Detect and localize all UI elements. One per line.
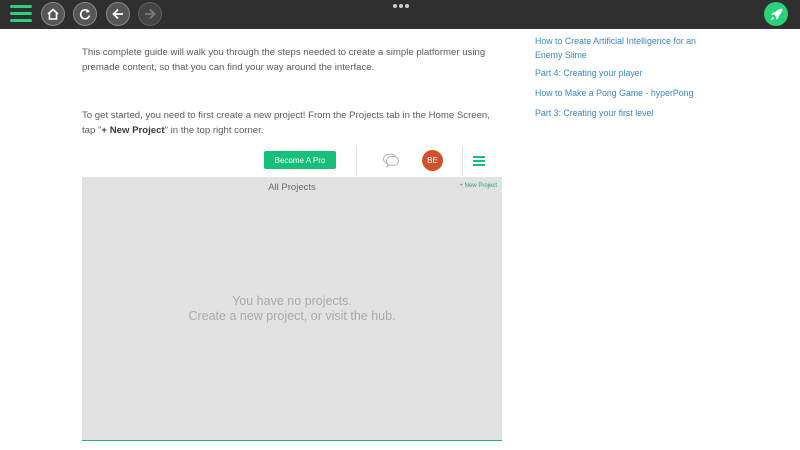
chat-icon — [383, 153, 399, 168]
rocket-icon[interactable] — [764, 2, 788, 26]
sidebar-link-first-level[interactable]: Part 3: Creating your first level — [535, 106, 725, 120]
sidebar-link-creating-player[interactable]: Part 4: Creating your player — [535, 66, 725, 80]
sidebar-link-ai-slime[interactable]: How to Create Artificial Intelligence fo… — [535, 34, 725, 62]
empty-line-1: You have no projects. — [232, 294, 352, 308]
refresh-icon[interactable] — [73, 2, 97, 26]
all-projects-panel: All Projects + New Project You have no p… — [82, 177, 502, 441]
hamburger-icon — [473, 156, 485, 166]
empty-line-2: Create a new project, or visit the hub. — [188, 309, 396, 323]
top-toolbar — [0, 0, 800, 29]
home-icon[interactable] — [41, 2, 65, 26]
avatar: BE — [422, 150, 443, 171]
hamburger-icon[interactable] — [10, 5, 32, 23]
back-arrow-icon[interactable] — [106, 2, 130, 26]
sidebar-link-pong-game[interactable]: How to Make a Pong Game - hyperPong — [535, 86, 725, 100]
getting-started-paragraph: To get started, you need to first create… — [82, 108, 502, 138]
panel-title: All Projects — [268, 182, 316, 193]
more-dots-icon[interactable] — [393, 4, 409, 10]
divider — [462, 146, 463, 176]
paragraph-text: " in the top right corner. — [164, 125, 264, 136]
forward-arrow-icon[interactable] — [138, 2, 162, 26]
embedded-app-header: Become A Pro BE — [82, 146, 502, 178]
divider — [356, 146, 357, 176]
new-project-bold: + New Project — [101, 125, 165, 136]
become-pro-button: Become A Pro — [264, 151, 336, 169]
empty-state-message: You have no projects. Create a new proje… — [82, 294, 502, 324]
intro-paragraph: This complete guide will walk you throug… — [82, 47, 486, 73]
new-project-link: + New Project — [459, 183, 497, 189]
